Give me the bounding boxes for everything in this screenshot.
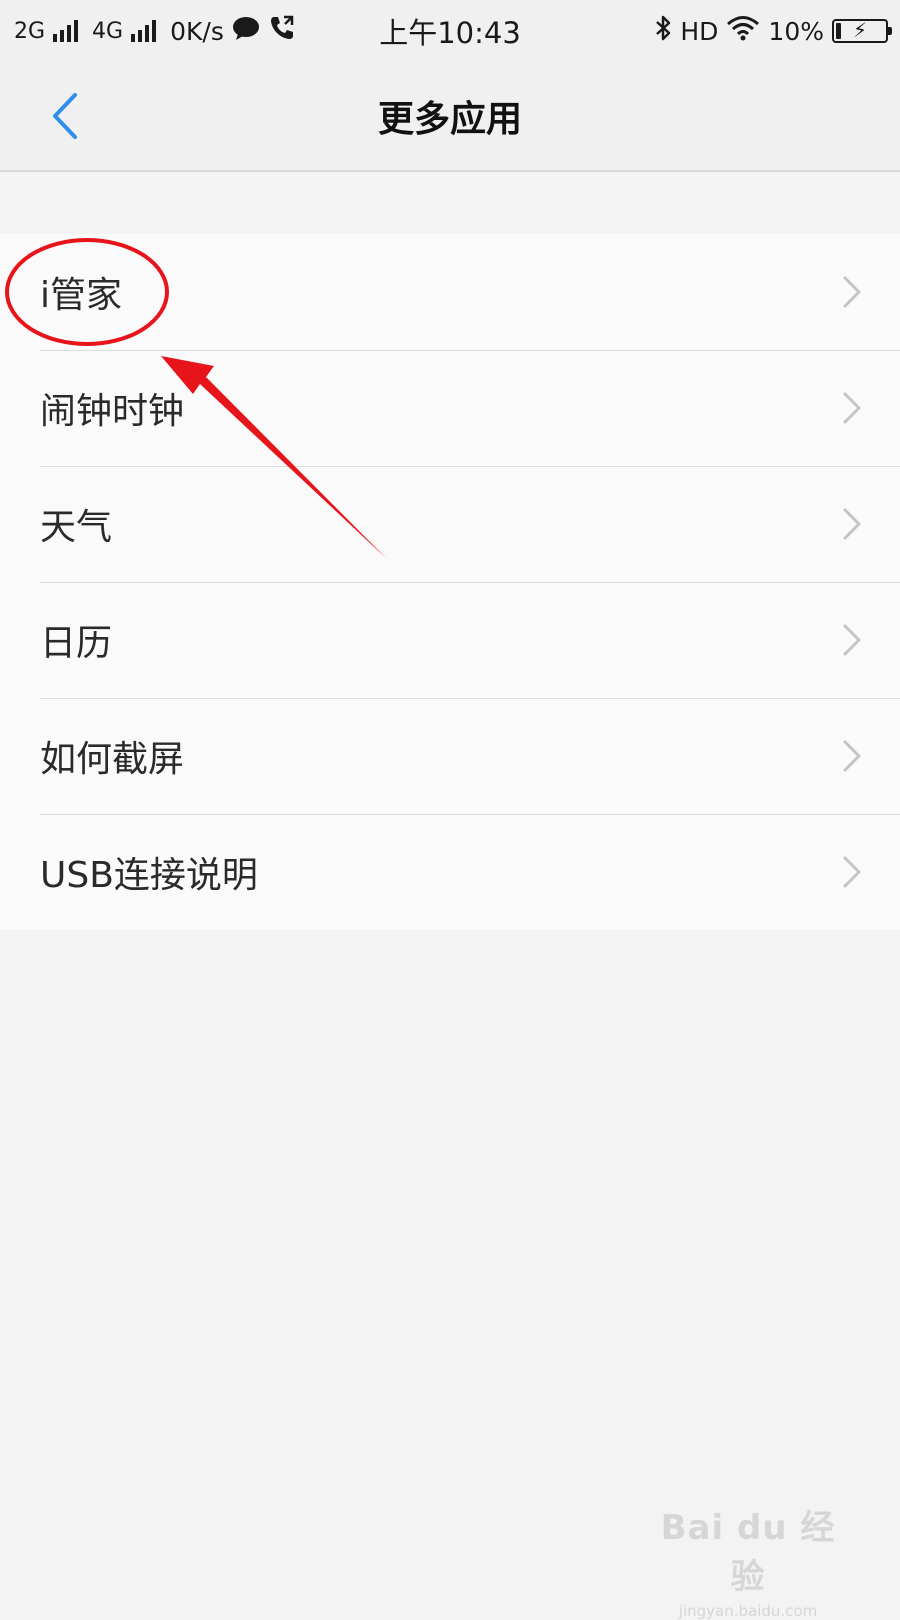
list-item-label: i管家 — [40, 275, 123, 316]
watermark-logo: Bai du 经验 — [660, 1508, 836, 1597]
list-item-label: 如何截屏 — [40, 739, 185, 780]
chevron-left-icon — [53, 93, 77, 139]
battery-percent: 10% — [768, 16, 824, 46]
hd-label: HD — [680, 16, 719, 46]
net-speed: 0K/s — [170, 16, 224, 46]
phone-call-icon — [268, 14, 296, 48]
chevron-right-icon — [843, 508, 861, 540]
app-header: 更多应用 — [0, 62, 900, 172]
status-right: HD 10% ⚡ — [654, 0, 892, 62]
chevron-right-icon — [843, 392, 861, 424]
list-item-usb-help[interactable]: USB连接说明 — [0, 814, 900, 930]
bluetooth-icon — [654, 14, 672, 48]
list-item-calendar[interactable]: 日历 — [0, 582, 900, 698]
list-item-weather[interactable]: 天气 — [0, 466, 900, 582]
list-item-screenshot-help[interactable]: 如何截屏 — [0, 698, 900, 814]
list-item-iguanjia[interactable]: i管家 — [0, 234, 900, 350]
list-item-label: USB连接说明 — [40, 855, 258, 896]
page-title: 更多应用 — [377, 99, 522, 140]
chevron-right-icon — [843, 276, 861, 308]
list-item-label: 日历 — [40, 623, 113, 664]
list-item-label: 天气 — [40, 507, 113, 548]
watermark-url: jingyan.baidu.com — [678, 1602, 818, 1620]
chevron-right-icon — [843, 740, 861, 772]
list-item-alarm-clock[interactable]: 闹钟时钟 — [0, 350, 900, 466]
clock: 上午10:43 — [379, 16, 521, 50]
back-button[interactable] — [34, 84, 94, 148]
wifi-icon — [726, 15, 760, 47]
message-icon — [232, 16, 260, 46]
status-left: 2G 4G 0K/s — [14, 0, 296, 62]
apps-list: i管家 闹钟时钟 天气 日历 如何截屏 USB连接说明 — [0, 234, 900, 930]
list-item-label: 闹钟时钟 — [40, 391, 185, 432]
signal-icon — [131, 20, 157, 42]
sim2-label: 4G — [92, 18, 124, 44]
charging-bolt-icon: ⚡ — [852, 18, 868, 42]
status-bar: 2G 4G 0K/s 上午10:43 HD 10% ⚡ — [0, 0, 900, 62]
battery-charging-icon: ⚡ — [832, 18, 892, 43]
watermark: Bai du 经验 jingyan.baidu.com — [658, 1500, 838, 1620]
chevron-right-icon — [843, 856, 861, 888]
sim1-label: 2G — [14, 18, 46, 44]
chevron-right-icon — [843, 624, 861, 656]
signal-icon — [53, 20, 79, 42]
